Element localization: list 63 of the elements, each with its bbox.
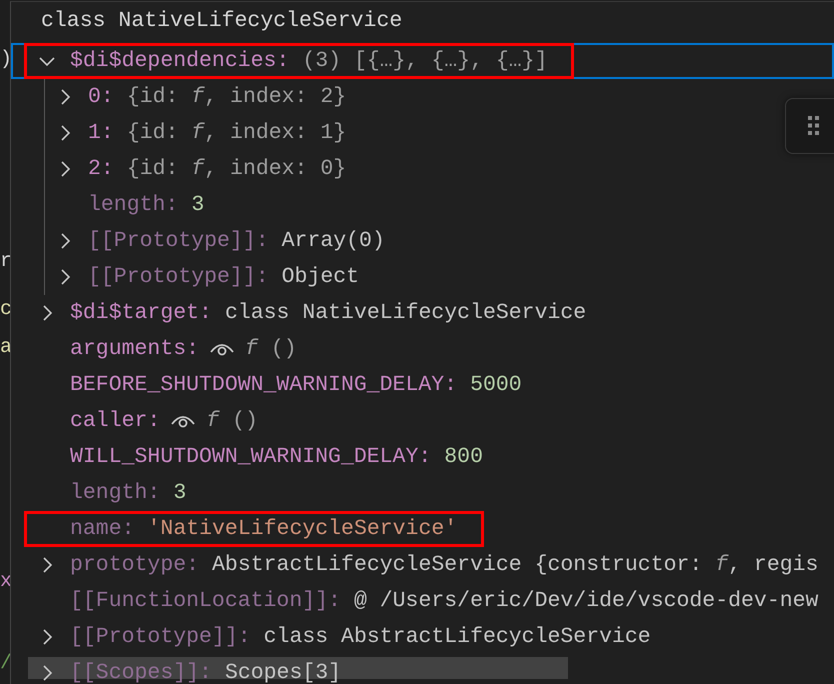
property-name: 1:	[88, 121, 114, 145]
property-value: Scopes[3]	[224, 661, 342, 684]
variable-row[interactable]: arguments: f ()	[11, 331, 327, 367]
property-name: [[FunctionLocation]]:	[70, 589, 341, 613]
variable-row[interactable]: $di$target: class NativeLifecycleService	[11, 295, 616, 331]
variable-row[interactable]: $di$dependencies: (3) [{…}, {…}, {…}]	[11, 43, 834, 79]
property-value: 3	[191, 193, 204, 217]
property-value: 800	[444, 445, 483, 469]
code-text: )	[0, 48, 12, 72]
toolbar-handle[interactable]	[785, 98, 834, 154]
property-value: AbstractLifecycleService {constructor: f, regis	[212, 553, 818, 577]
variable-row[interactable]: name: 'NativeLifecycleService'	[11, 511, 488, 547]
property-name: 2:	[88, 157, 114, 181]
property-value: Array(0)	[282, 229, 385, 253]
property-value: class NativeLifecycleService	[224, 301, 586, 325]
property-name: arguments:	[70, 337, 200, 361]
property-name: caller:	[70, 409, 160, 433]
property-name: [[Prototype]]:	[88, 265, 269, 289]
property-value: 'NativeLifecycleService'	[148, 517, 458, 541]
code-text: x	[0, 570, 12, 594]
variable-row[interactable]: 2: {id: f, index: 0}	[45, 151, 376, 187]
property-name: $di$dependencies:	[70, 49, 290, 73]
code-text: /	[0, 652, 12, 676]
property-name: length:	[70, 481, 160, 505]
variable-row[interactable]: BEFORE_SHUTDOWN_WARNING_DELAY: 5000	[11, 367, 552, 403]
variable-row[interactable]: [[Scopes]]: Scopes[3]	[11, 655, 372, 684]
property-name: $di$target:	[70, 301, 212, 325]
variable-row[interactable]: length: 3	[11, 475, 216, 511]
property-value: f ()	[206, 409, 258, 433]
variable-row[interactable]: prototype: AbstractLifecycleService {constructor: f, regis	[11, 547, 834, 583]
variable-row[interactable]: 0: {id: f, index: 2}	[45, 79, 376, 115]
property-value: @ /Users/eric/Dev/ide/vscode-dev-new	[354, 589, 818, 613]
property-value: f ()	[245, 337, 297, 361]
property-value: {id: f, index: 2}	[126, 85, 346, 109]
property-value: 5000	[470, 373, 522, 397]
property-name: BEFORE_SHUTDOWN_WARNING_DELAY:	[70, 373, 458, 397]
property-name: [[Prototype]]:	[70, 625, 251, 649]
variable-row[interactable]: caller: f ()	[11, 403, 288, 439]
code-text: c	[0, 298, 12, 322]
variable-row[interactable]: length: 3	[45, 187, 234, 223]
property-name: [[Scopes]]:	[70, 661, 212, 684]
variable-row[interactable]: [[Prototype]]: Array(0)	[45, 223, 415, 259]
code-text: a	[0, 336, 12, 360]
property-value: Object	[282, 265, 360, 289]
property-name: prototype:	[70, 553, 200, 577]
code-text: r	[0, 250, 12, 274]
property-value: 3	[173, 481, 186, 505]
property-name: [[Prototype]]:	[88, 229, 269, 253]
variable-row[interactable]: [[Prototype]]: class AbstractLifecycleService	[11, 619, 681, 655]
property-value: {id: f, index: 0}	[126, 157, 346, 181]
drag-handle-icon[interactable]	[808, 116, 820, 136]
property-value: (3) [{…}, {…}, {…}]	[302, 49, 548, 73]
variable-row[interactable]: WILL_SHUTDOWN_WARNING_DELAY: 800	[11, 439, 513, 475]
property-name: 0:	[88, 85, 114, 109]
property-value: {id: f, index: 1}	[126, 121, 346, 145]
property-name: WILL_SHUTDOWN_WARNING_DELAY:	[70, 445, 432, 469]
property-value: class AbstractLifecycleService	[264, 625, 651, 649]
property-name: length:	[88, 193, 178, 217]
variable-row[interactable]: 1: {id: f, index: 1}	[45, 115, 376, 151]
hover-title: class NativeLifecycleService	[40, 8, 404, 35]
variable-row[interactable]: [[FunctionLocation]]: @ /Users/eric/Dev/ide/vscode-dev-new	[11, 583, 834, 619]
variable-row[interactable]: [[Prototype]]: Object	[45, 259, 390, 295]
property-name: name:	[70, 517, 135, 541]
